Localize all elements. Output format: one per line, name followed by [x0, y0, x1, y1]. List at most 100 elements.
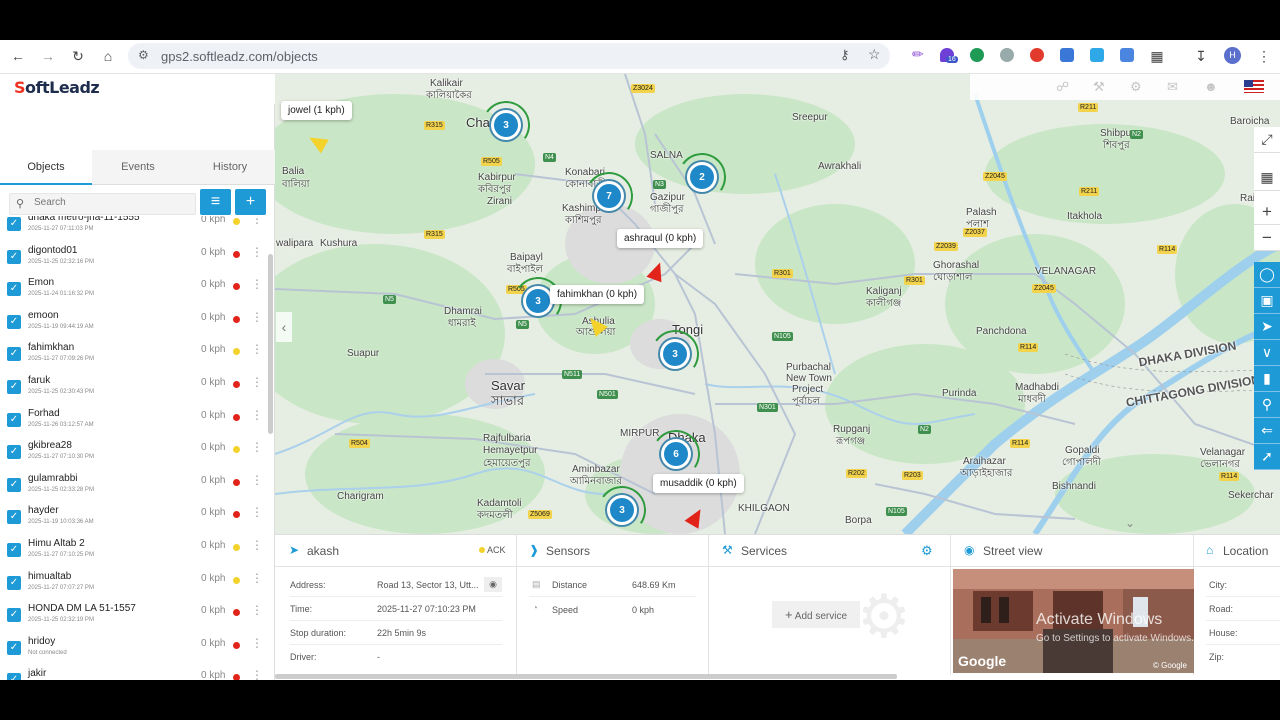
ack-label[interactable]: ACK [487, 545, 506, 555]
row-menu-icon[interactable]: ⋮ [251, 342, 263, 356]
send-icon[interactable]: ➚ [1254, 444, 1280, 470]
object-checkbox[interactable]: ✓ [7, 445, 21, 460]
profile-avatar[interactable]: H [1224, 47, 1241, 64]
extension-icon[interactable] [1060, 48, 1074, 62]
object-list-item[interactable]: ✓ emoon 2025-11-19 09:44:19 AM 0 kph ⋮ [0, 308, 266, 341]
row-menu-icon[interactable]: ⋮ [251, 668, 263, 680]
globe-extension-icon[interactable] [1000, 48, 1014, 62]
share-icon[interactable]: ☍ [1056, 79, 1069, 95]
object-list-item[interactable]: ✓ gkibrea28 2025-11-27 07:10:30 PM 0 kph ⋮ [0, 438, 266, 471]
map-cluster-marker[interactable]: 3 [663, 342, 687, 366]
battery-icon[interactable]: ▮ [1254, 366, 1280, 392]
vehicle-label[interactable]: ashraqul (0 kph) [617, 229, 704, 248]
object-checkbox[interactable]: ✓ [7, 347, 21, 362]
list-scrollbar[interactable] [268, 254, 273, 434]
row-menu-icon[interactable]: ⋮ [251, 440, 263, 454]
object-list-item[interactable]: ✓ Forhad 2025-11-26 03:12:57 AM 0 kph ⋮ [0, 406, 266, 439]
object-checkbox[interactable]: ✓ [7, 608, 21, 623]
vehicle-label[interactable]: fahimkhan (0 kph) [550, 285, 645, 304]
forward-icon[interactable]: → [38, 46, 58, 66]
object-list-item[interactable]: ✓ gulamrabbi 2025-11-25 02:33:28 PM 0 kph ⋮ [0, 471, 266, 504]
object-list-item[interactable]: ✓ hayder 2025-11-19 10:03:36 AM 0 kph ⋮ [0, 503, 266, 536]
tab-events[interactable]: Events [92, 150, 184, 185]
row-menu-icon[interactable]: ⋮ [251, 375, 263, 389]
row-menu-icon[interactable]: ⋮ [251, 408, 263, 422]
extension-icon[interactable] [970, 48, 984, 62]
object-list-item[interactable]: ✓ HONDA DM LA 51-1557 2025-11-25 02:32:19 … [0, 601, 266, 634]
map-layers-icon[interactable]: ▦ [1254, 165, 1280, 191]
adblock-extension-icon[interactable] [1030, 48, 1044, 62]
fit-bounds-icon[interactable]: ▣ [1254, 288, 1280, 314]
navigate-icon[interactable]: ➤ [1254, 314, 1280, 340]
horizontal-scrollbar[interactable] [275, 674, 897, 679]
map-cluster-marker[interactable]: 3 [494, 113, 518, 137]
add-service-button[interactable]: + Add service [772, 601, 860, 628]
us-flag-icon[interactable] [1244, 80, 1264, 93]
route-icon[interactable]: ∨ [1254, 340, 1280, 366]
row-menu-icon[interactable]: ⋮ [251, 571, 263, 585]
settings-gear-icon[interactable]: ⚙ [1130, 79, 1142, 95]
chat-icon[interactable]: ✉ [1167, 79, 1178, 95]
map-cluster-marker[interactable]: 6 [664, 442, 688, 466]
reload-icon[interactable]: ↻ [68, 46, 88, 66]
object-list-item[interactable]: ✓ faruk 2025-11-25 02:30:43 PM 0 kph ⋮ [0, 373, 266, 406]
tab-history[interactable]: History [184, 150, 276, 185]
eye-icon[interactable]: ◉ [484, 577, 502, 592]
object-checkbox[interactable]: ✓ [7, 673, 21, 680]
row-menu-icon[interactable]: ⋮ [251, 505, 263, 519]
browser-menu-icon[interactable]: ⋮ [1254, 46, 1274, 66]
object-checkbox[interactable]: ✓ [7, 282, 21, 297]
site-info-icon[interactable]: ⚙ [138, 48, 149, 62]
home-icon[interactable]: ⌂ [98, 46, 118, 66]
object-list-item[interactable]: ✓ digontod01 2025-11-25 02:32:16 PM 0 kph ⋮ [0, 243, 266, 276]
object-checkbox[interactable]: ✓ [7, 249, 21, 264]
fullscreen-icon[interactable]: ⤢ [1254, 127, 1280, 153]
object-checkbox[interactable]: ✓ [7, 217, 21, 231]
object-checkbox[interactable]: ✓ [7, 314, 21, 329]
street-view-image[interactable]: Activate Windows Go to Settings to activ… [953, 569, 1194, 673]
row-menu-icon[interactable]: ⋮ [251, 277, 263, 291]
back-icon[interactable]: ← [8, 46, 28, 66]
object-list-item[interactable]: ✓ Emon 2025-11-24 01:16:32 PM 0 kph ⋮ [0, 275, 266, 308]
add-object-button[interactable]: + [235, 189, 266, 215]
tab-objects[interactable]: Objects [0, 150, 92, 185]
services-settings-icon[interactable]: ⚙ [921, 543, 933, 559]
object-checkbox[interactable]: ✓ [7, 380, 21, 394]
row-menu-icon[interactable]: ⋮ [251, 538, 263, 552]
address-bar[interactable]: ⚙ gps2.softleadz.com/objects ⚷ ☆ [128, 43, 890, 69]
map-cluster-marker[interactable]: 2 [690, 165, 714, 189]
row-menu-icon[interactable]: ⋮ [251, 603, 263, 617]
user-icon[interactable]: ☻ [1204, 79, 1218, 94]
map-cluster-marker[interactable]: 3 [526, 289, 550, 313]
direction-icon[interactable]: ⇐ [1254, 418, 1280, 444]
download-icon[interactable]: ↧ [1191, 46, 1211, 66]
object-list-item[interactable]: ✓ jakir 0 kph ⋮ [0, 666, 266, 680]
pen-extension-icon[interactable]: ✏ [912, 47, 926, 61]
object-list-item[interactable]: ✓ hridoy Not connected 0 kph ⋮ [0, 634, 266, 667]
object-checkbox[interactable]: ✓ [7, 543, 21, 557]
traffic-icon[interactable]: ◯ [1254, 262, 1280, 288]
map-cluster-marker[interactable]: 3 [610, 498, 634, 522]
map-cluster-marker[interactable]: 7 [597, 184, 621, 208]
vehicle-label[interactable]: musaddik (0 kph) [653, 474, 744, 493]
object-checkbox[interactable]: ✓ [7, 640, 21, 655]
wrench-icon[interactable]: ⚒ [1093, 79, 1105, 95]
bookmark-star-icon[interactable]: ☆ [868, 46, 881, 63]
location-pin-icon[interactable]: ⚲ [1254, 392, 1280, 418]
object-checkbox[interactable]: ✓ [7, 412, 21, 427]
search-input[interactable] [34, 197, 184, 208]
panel-collapse-chevron-icon[interactable]: ⌄ [1125, 516, 1135, 530]
row-menu-icon[interactable]: ⋮ [251, 245, 263, 259]
key-icon[interactable]: ⚷ [840, 47, 850, 63]
object-checkbox[interactable]: ✓ [7, 477, 21, 492]
object-checkbox[interactable]: ✓ [7, 575, 21, 590]
row-menu-icon[interactable]: ⋮ [251, 310, 263, 324]
object-list-item[interactable]: ✓ dhaka metro-jha-11-1555 2025-11-27 07:11… [0, 216, 266, 243]
object-list-item[interactable]: ✓ Himu Altab 2 2025-11-27 07:10:25 PM 0 kph… [0, 536, 266, 569]
row-menu-icon[interactable]: ⋮ [251, 216, 263, 226]
extension-icon[interactable] [1090, 48, 1104, 62]
row-menu-icon[interactable]: ⋮ [251, 636, 263, 650]
object-list-item[interactable]: ✓ himualtab 2025-11-27 07:07:27 PM 0 kph ⋮ [0, 569, 266, 602]
object-list-item[interactable]: ✓ fahimkhan 2025-11-27 07:09:26 PM 0 kph ⋮ [0, 340, 266, 373]
sidebar-collapse-toggle[interactable]: ‹ [276, 312, 292, 342]
